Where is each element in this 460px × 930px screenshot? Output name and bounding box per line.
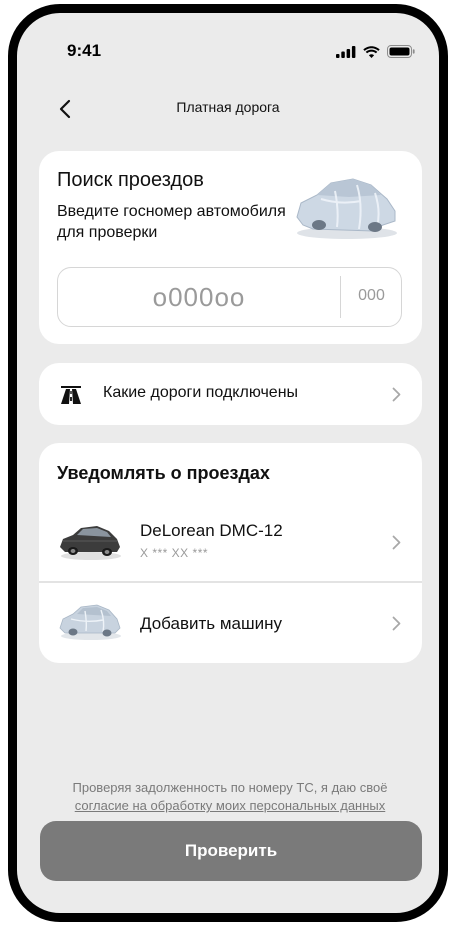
- status-time: 9:41: [67, 41, 102, 60]
- car-image: [60, 526, 121, 560]
- phone-frame: 9:41 Платная дорога Поиск проездов Введи…: [8, 4, 448, 922]
- car-name: DeLorean DMC-12: [140, 521, 283, 540]
- consent-text: Проверяя задолженность по номеру ТС, я д…: [37, 779, 423, 815]
- plate-region-placeholder: 000: [358, 287, 385, 304]
- page-title: Платная дорога: [176, 99, 280, 115]
- chevron-right-icon: [392, 387, 401, 402]
- search-subtitle: Введите госномер автомобиля для проверки: [57, 203, 286, 241]
- car-plate: X *** XX ***: [140, 546, 209, 560]
- car-row[interactable]: DeLorean DMC-12 X *** XX ***: [39, 501, 422, 581]
- nav-bar: Платная дорога: [17, 91, 439, 127]
- covered-car-image: [296, 178, 397, 239]
- covered-car-icon: [59, 604, 121, 640]
- plate-number-placeholder: о000оо: [152, 282, 246, 312]
- signal-icon: [336, 45, 356, 58]
- consent-text-line: Проверяя задолженность по номеру ТС, я д…: [72, 780, 388, 795]
- chevron-right-icon: [392, 616, 401, 631]
- notify-card: Уведомлять о проездах DeLorean DMC-12 X …: [39, 443, 422, 663]
- battery-icon: [387, 45, 415, 58]
- status-bar: 9:41: [17, 13, 439, 73]
- search-card: Поиск проездов Введите госномер автомоби…: [39, 151, 422, 344]
- screen: 9:41 Платная дорога Поиск проездов Введи…: [17, 13, 439, 913]
- consent-link[interactable]: согласие на обработку моих персональных …: [37, 797, 423, 815]
- highway-icon: [61, 386, 81, 404]
- check-button[interactable]: Проверить: [40, 821, 422, 881]
- status-icons: [336, 45, 415, 58]
- plate-input[interactable]: о000оо 000: [57, 267, 402, 327]
- connected-roads-label: Какие дороги подключены: [103, 384, 299, 401]
- chevron-right-icon: [392, 535, 401, 550]
- add-car-row[interactable]: Добавить машину: [39, 583, 422, 663]
- connected-roads-row[interactable]: Какие дороги подключены: [39, 363, 422, 425]
- plate-divider: [340, 276, 341, 318]
- add-car-label: Добавить машину: [140, 614, 283, 633]
- notify-title: Уведомлять о проездах: [57, 463, 270, 483]
- wifi-icon: [363, 45, 380, 58]
- search-title: Поиск проездов: [57, 169, 204, 191]
